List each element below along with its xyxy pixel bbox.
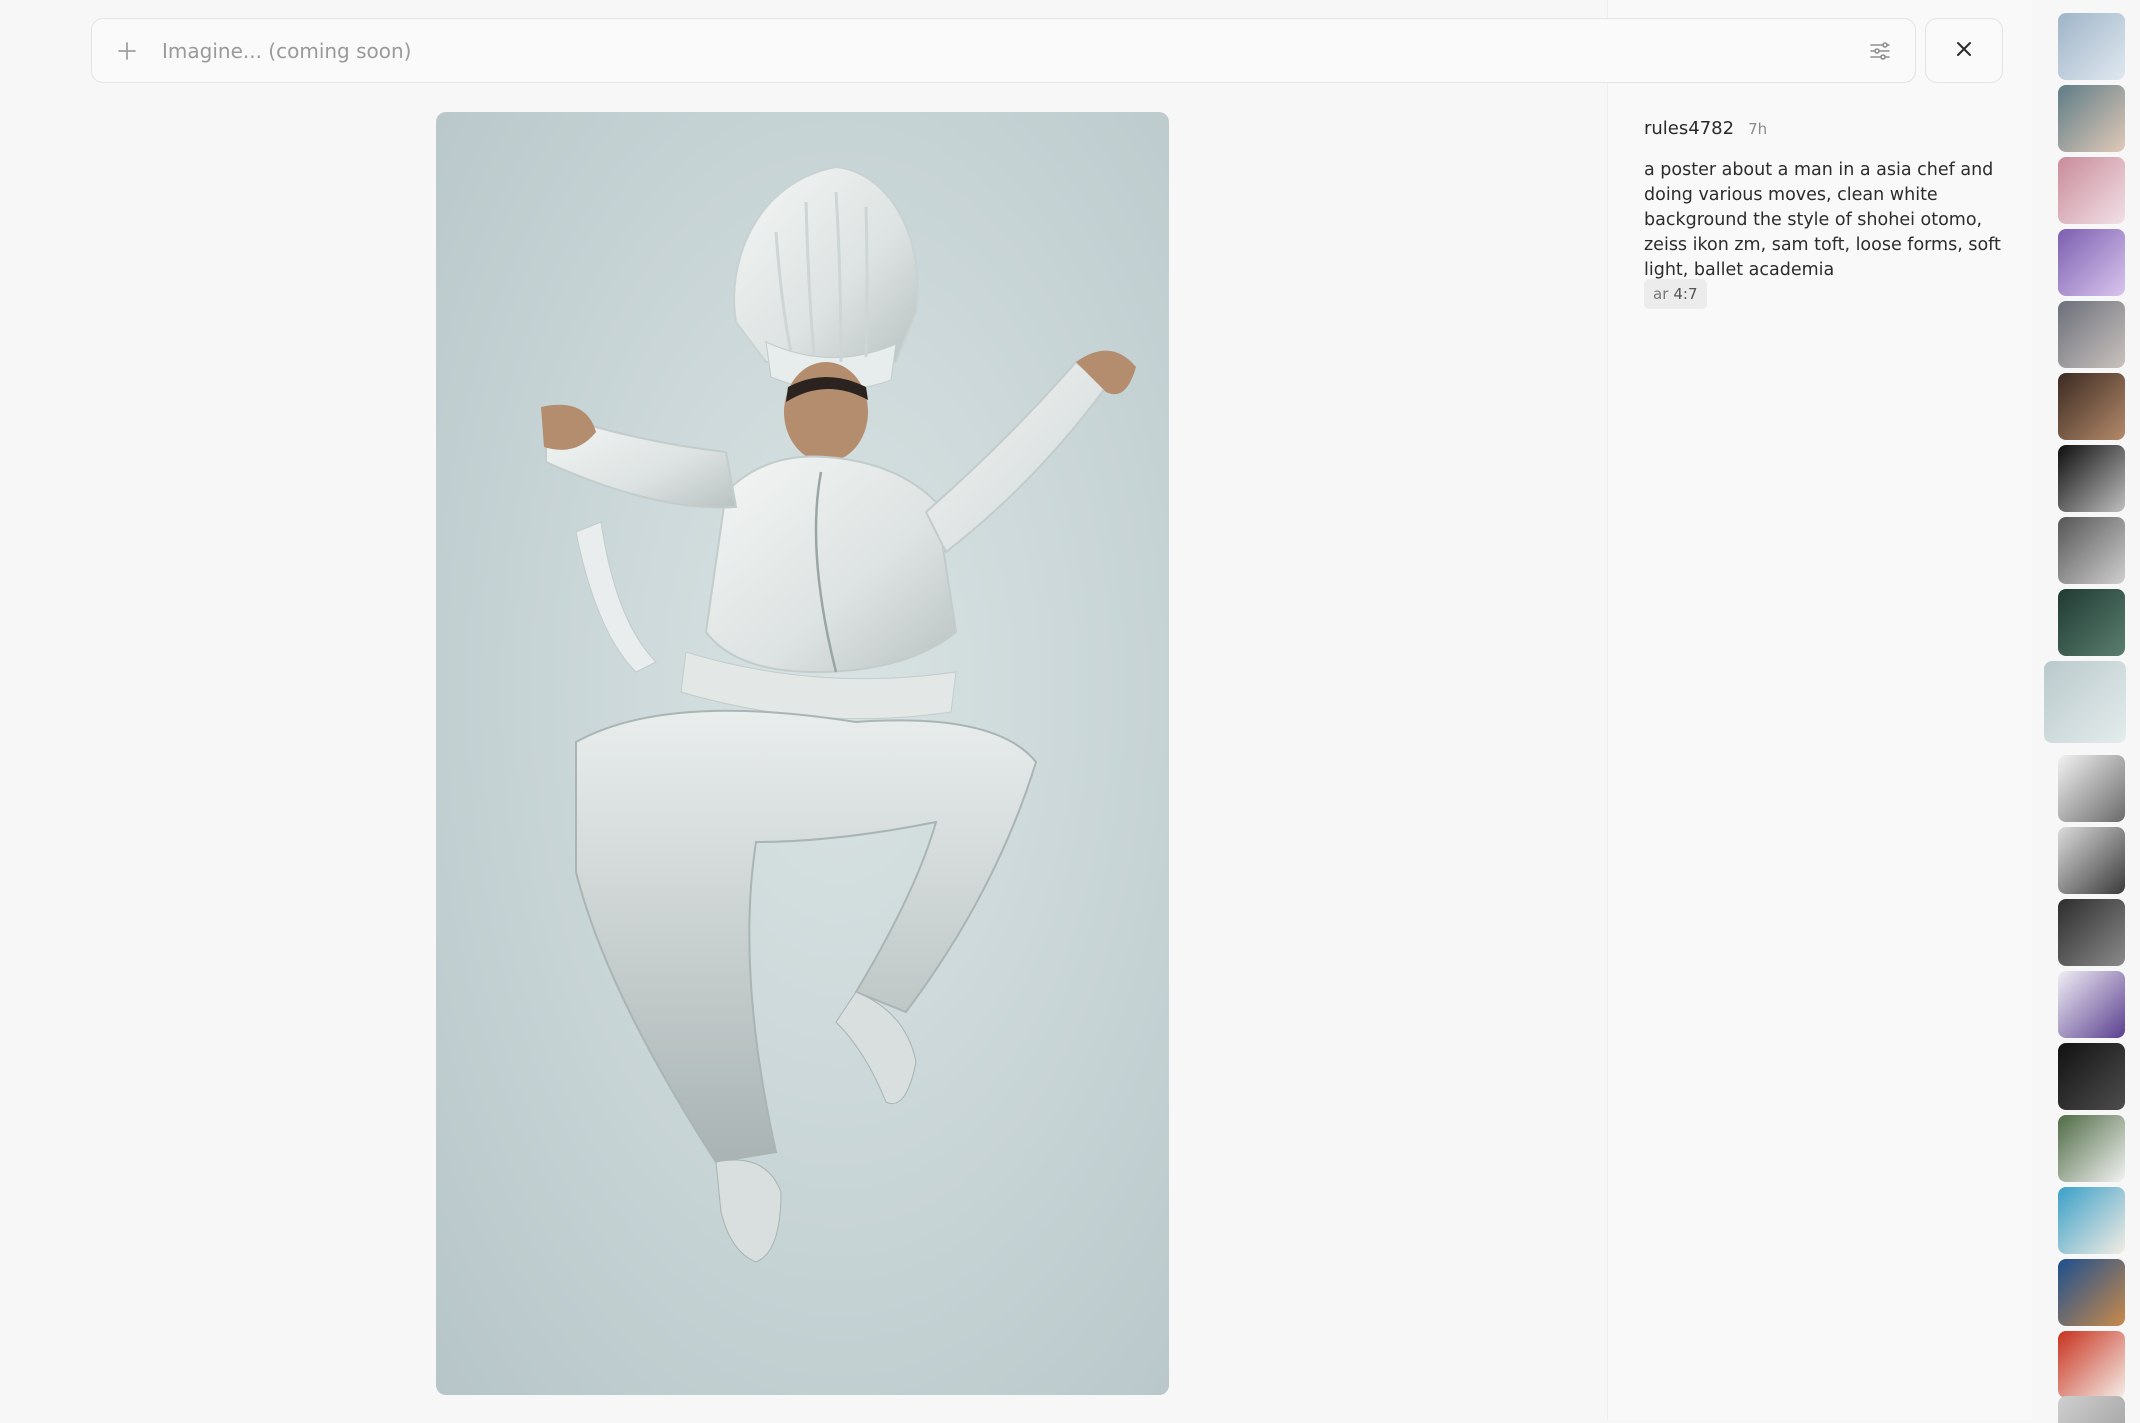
thumbnail[interactable]	[2058, 157, 2125, 224]
thumbnail[interactable]	[2058, 517, 2125, 584]
thumbnail[interactable]	[2058, 301, 2125, 368]
param-value: 4:7	[1673, 285, 1698, 303]
thumbnail[interactable]	[2058, 1259, 2125, 1326]
details-panel: rules4782 7h a poster about a man in a a…	[1607, 0, 2032, 1420]
thumbnail[interactable]	[2058, 229, 2125, 296]
thumbnail[interactable]	[2058, 1187, 2125, 1254]
prompt-text: a poster about a man in a asia chef and …	[1644, 160, 2001, 280]
param-key: ar	[1653, 285, 1669, 303]
thumbnail[interactable]	[2058, 899, 2125, 966]
close-button[interactable]	[1925, 18, 2003, 83]
post-time: 7h	[1748, 120, 1768, 138]
thumbnail[interactable]	[2058, 445, 2125, 512]
thumbnail[interactable]	[2058, 1043, 2125, 1110]
thumbnail[interactable]	[2044, 661, 2126, 743]
thumbnail-strip	[2040, 0, 2140, 1423]
main-image[interactable]	[436, 112, 1169, 1395]
author-row: rules4782 7h	[1644, 118, 1767, 139]
thumbnail[interactable]	[2058, 755, 2125, 822]
thumbnail[interactable]	[2058, 1331, 2125, 1398]
chef-figure-illustration	[541, 165, 1136, 1263]
aspect-ratio-badge: ar 4:7	[1644, 279, 1707, 309]
author-name[interactable]: rules4782	[1644, 118, 1734, 139]
sliders-icon[interactable]	[1845, 18, 1915, 83]
plus-icon[interactable]	[92, 18, 162, 83]
thumbnail[interactable]	[2058, 85, 2125, 152]
thumbnail[interactable]	[2058, 13, 2125, 80]
imagine-input[interactable]	[162, 19, 1845, 82]
prompt-bar	[91, 18, 1916, 83]
thumbnail[interactable]	[2058, 971, 2125, 1038]
thumbnail[interactable]	[2058, 827, 2125, 894]
thumbnail[interactable]	[2058, 589, 2125, 656]
thumbnail[interactable]	[2058, 373, 2125, 440]
thumbnail[interactable]	[2058, 1396, 2125, 1423]
thumbnail[interactable]	[2058, 1115, 2125, 1182]
close-icon	[1956, 41, 1972, 61]
